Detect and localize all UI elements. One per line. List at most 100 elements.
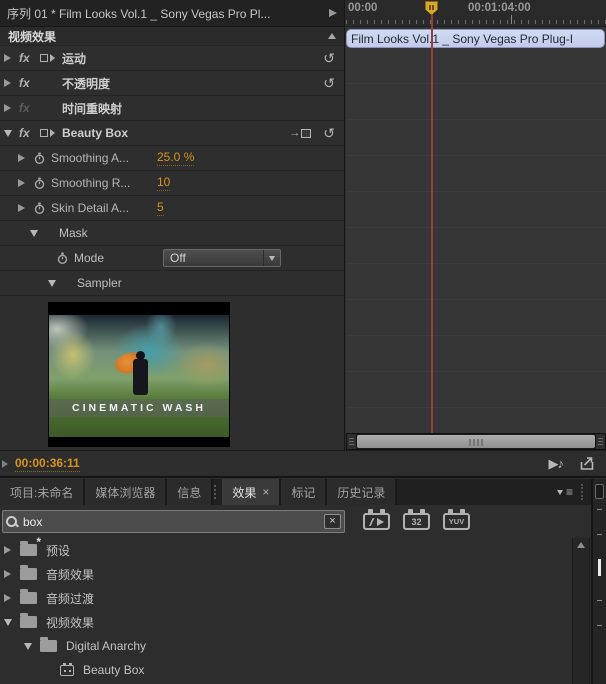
tree-item-presets[interactable]: 预设 — [0, 538, 572, 562]
effect-controls-bottom-bar: 00:00:36:11 ▶♪ — [0, 450, 606, 478]
tree-item-label: 视频效果 — [46, 614, 94, 631]
scrollbar-left-cap[interactable] — [347, 434, 357, 449]
panel-menu-icon[interactable]: ≡ — [549, 479, 581, 505]
presets-folder-icon — [20, 544, 37, 556]
effect-name[interactable]: Beauty Box — [62, 126, 128, 140]
param-row-smoothing-amount: Smoothing A... 25.0 % — [0, 146, 344, 171]
expander-expanded-icon[interactable] — [30, 230, 45, 237]
expander-icon[interactable] — [18, 204, 33, 212]
expander-expanded-icon[interactable] — [48, 280, 63, 287]
search-input[interactable] — [19, 515, 324, 529]
tab-media-browser[interactable]: 媒体浏览器 — [85, 479, 167, 505]
param-value[interactable]: 25.0 % — [157, 150, 194, 166]
expander-expanded-icon[interactable] — [4, 619, 20, 626]
fx-badge-disabled-icon[interactable]: fx — [19, 101, 40, 115]
stopwatch-icon[interactable] — [33, 202, 46, 215]
clear-search-icon[interactable]: × — [324, 514, 341, 529]
folder-icon — [20, 592, 37, 604]
expander-icon[interactable] — [4, 54, 19, 62]
tree-item-video-effects[interactable]: 视频效果 — [0, 610, 572, 634]
stopwatch-icon[interactable] — [33, 177, 46, 190]
setup-dialog-icon[interactable]: → — [289, 127, 311, 139]
reset-effect-icon[interactable]: ↺ — [323, 127, 335, 139]
horizontal-scrollbar[interactable] — [346, 433, 606, 450]
expander-icon[interactable] — [4, 570, 20, 578]
tab-history[interactable]: 历史记录 — [327, 479, 397, 505]
effect-name[interactable]: 时间重映射 — [62, 100, 122, 117]
play-audio-icon[interactable]: ▶♪ — [549, 456, 564, 472]
reset-effect-icon[interactable]: ↺ — [323, 52, 335, 64]
vertical-scrollbar[interactable] — [572, 538, 590, 684]
folder-icon — [40, 640, 57, 652]
timeline-clip-bar[interactable]: Film Looks Vol.1 _ Sony Vegas Pro Plug-I — [346, 29, 605, 48]
tree-item-audio-effects[interactable]: 音频效果 — [0, 562, 572, 586]
effect-row-motion: fx 运动 ↺ — [0, 46, 344, 71]
tree-item-audio-transitions[interactable]: 音频过渡 — [0, 586, 572, 610]
sequence-clip-title: 序列 01 * Film Looks Vol.1 _ Sony Vegas Pr… — [7, 5, 329, 22]
meter-button[interactable] — [595, 484, 604, 499]
expander-icon[interactable] — [4, 104, 19, 112]
playhead-line — [431, 14, 433, 433]
expander-expanded-icon[interactable] — [4, 130, 19, 137]
premiere-workspace: 序列 01 * Film Looks Vol.1 _ Sony Vegas Pr… — [0, 0, 606, 684]
mode-dropdown[interactable]: Off — [163, 249, 281, 267]
expander-icon[interactable] — [4, 79, 19, 87]
arrow-icon: → — [289, 127, 300, 139]
current-timecode[interactable]: 00:00:36:11 — [15, 456, 80, 472]
close-tab-icon[interactable]: × — [262, 485, 269, 499]
yuv-effects-filter-icon[interactable]: YUV — [443, 513, 470, 530]
param-row-sampler: Sampler — [0, 271, 344, 296]
tree-item-label: 预设 — [46, 542, 70, 559]
ruler-start-label: 00:00 — [348, 2, 377, 14]
expander-icon[interactable] — [4, 594, 20, 602]
fx-badge-icon[interactable]: fx — [19, 76, 40, 90]
effect-row-opacity: fx 不透明度 ↺ — [0, 71, 344, 96]
accelerated-effects-filter-icon[interactable] — [363, 513, 390, 530]
param-label: Smoothing A... — [51, 151, 157, 165]
expander-icon[interactable] — [4, 546, 20, 554]
meter-level-bar — [598, 559, 601, 576]
nudge-icon — [2, 460, 8, 468]
fx-badge-icon[interactable]: fx — [19, 51, 40, 65]
tree-item-label: 音频效果 — [46, 566, 94, 583]
effect-name[interactable]: 运动 — [62, 50, 86, 67]
tab-effects[interactable]: 效果 × — [222, 479, 281, 505]
expander-icon[interactable] — [18, 154, 33, 162]
show-timeline-view-icon[interactable] — [329, 9, 337, 17]
video-effects-section-title: 视频效果 — [8, 28, 56, 45]
tab-info[interactable]: 信息 — [167, 479, 213, 505]
tree-item-digital-anarchy[interactable]: Digital Anarchy — [0, 634, 572, 658]
time-ruler[interactable]: 00:00 00:01:04:00 — [346, 0, 606, 27]
expander-icon[interactable] — [18, 179, 33, 187]
search-box[interactable]: × — [2, 510, 345, 533]
collapse-section-icon[interactable] — [328, 33, 336, 39]
ruler-major-tick — [511, 15, 512, 24]
audio-meter-strip — [591, 479, 606, 684]
stopwatch-icon[interactable] — [56, 252, 69, 265]
fx-badge-icon[interactable]: fx — [19, 126, 40, 140]
ruler-time-label: 00:01:04:00 — [468, 2, 531, 14]
tree-item-beauty-box[interactable]: Beauty Box — [0, 658, 572, 682]
param-value[interactable]: 10 — [157, 175, 170, 191]
param-value[interactable]: 5 — [157, 200, 164, 216]
export-frame-icon[interactable] — [579, 456, 596, 471]
effect-row-time-remap: fx 时间重映射 — [0, 96, 344, 121]
param-label: Mode — [74, 251, 104, 265]
tab-project[interactable]: 项目:未命名 — [0, 479, 85, 505]
32bit-color-filter-icon[interactable]: 32 — [403, 513, 430, 530]
panel-drag-grip[interactable] — [214, 485, 219, 499]
stopwatch-icon[interactable] — [33, 152, 46, 165]
panel-edge-grip[interactable] — [581, 484, 589, 500]
reset-effect-icon[interactable]: ↺ — [323, 77, 335, 89]
dropdown-arrow-icon[interactable] — [263, 250, 280, 266]
expander-expanded-icon[interactable] — [24, 643, 40, 650]
scrollbar-right-cap[interactable] — [595, 434, 605, 449]
scrollbar-thumb[interactable] — [357, 435, 595, 448]
effect-name[interactable]: 不透明度 — [62, 75, 110, 92]
tree-item-label: Beauty Box — [83, 663, 144, 677]
effects-tree: 预设 音频效果 音频过渡 视频效果 Digital Anarchy — [0, 538, 572, 684]
sampler-preview-image[interactable]: CINEMATIC WASH — [48, 302, 230, 447]
panel-tab-bar: 项目:未命名 媒体浏览器 信息 效果 × 标记 历史记录 ≡ — [0, 479, 591, 505]
scroll-up-icon[interactable] — [577, 542, 585, 548]
tab-markers[interactable]: 标记 — [281, 479, 327, 505]
